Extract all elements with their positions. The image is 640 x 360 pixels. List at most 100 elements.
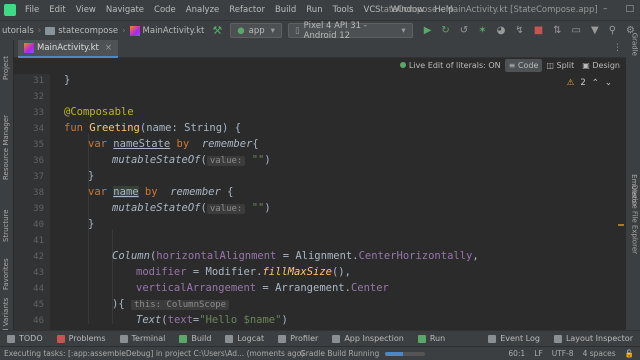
toolwindow-run[interactable]: Run — [411, 334, 452, 343]
line-number: 40 — [33, 220, 44, 230]
menu-view[interactable]: View — [71, 5, 101, 15]
background-task[interactable]: Gradle Build Running — [300, 349, 426, 358]
toolwindow-todo[interactable]: TODO — [0, 334, 50, 343]
apply-code-changes-icon[interactable]: ↺ — [460, 25, 468, 36]
avd-manager-icon[interactable]: ▭ — [572, 25, 581, 36]
breadcrumb-item[interactable]: MainActivity.kt — [143, 26, 205, 36]
code-line-39: mutableStateOf(value: "") — [112, 202, 271, 214]
side-tab-favorites[interactable]: Favorites — [2, 258, 10, 290]
status-bar: Executing tasks: [:app:assembleDebug] in… — [0, 346, 640, 360]
navigation-bar: utorials › statecompose › MainActivity.k… — [0, 20, 640, 41]
debug-icon[interactable]: ✶ — [478, 25, 486, 36]
maximize-icon[interactable]: □ — [625, 4, 634, 14]
chevron-down-icon: ⌄ — [604, 78, 612, 88]
layout-inspector-icon — [553, 334, 562, 343]
code-token: remember — [170, 186, 221, 198]
stop-icon[interactable]: ■ — [534, 25, 543, 36]
code-editor[interactable]: ⚠ 2 ⌃ ⌄ } @Composable fun Greeting(name:… — [50, 74, 626, 330]
breadcrumb: utorials › statecompose › MainActivity.k… — [2, 25, 205, 36]
menu-run[interactable]: Run — [301, 5, 327, 15]
breadcrumb-item[interactable]: utorials — [2, 26, 34, 36]
caret-position[interactable]: 60:1 — [508, 349, 525, 358]
live-edit-label: Live Edit of literals: ON — [408, 61, 501, 70]
chevron-down-icon: ▾ — [401, 25, 406, 36]
toolwindow-event-log[interactable]: Event Log — [481, 334, 547, 343]
apply-changes-icon[interactable]: ↻ — [441, 25, 449, 36]
live-edit-icon — [399, 62, 406, 68]
code-token: Greeting — [89, 122, 140, 134]
warning-icon: ⚠ — [566, 78, 575, 88]
line-ending[interactable]: LF — [534, 349, 543, 358]
menu-refactor[interactable]: Refactor — [224, 5, 270, 15]
left-tool-strip: Project Resource Manager Structure Favor… — [0, 40, 14, 346]
more-icon[interactable]: ⋮ — [613, 43, 622, 53]
tool-window-bar-right: Event Log Layout Inspector — [481, 334, 640, 343]
file-encoding[interactable]: UTF-8 — [552, 349, 574, 358]
menu-edit[interactable]: Edit — [44, 5, 70, 15]
device-dropdown[interactable]: ▯ Pixel 4 API 31 - Android 12 ▾ — [287, 21, 413, 41]
hammer-icon[interactable]: ⚒ — [212, 24, 222, 37]
code-token: { — [252, 138, 259, 150]
side-tab-project[interactable]: Project — [2, 56, 10, 80]
code-token: (name: String) { — [139, 122, 242, 134]
breadcrumb-item[interactable]: statecompose — [58, 26, 118, 36]
side-tab-device-file-explorer[interactable]: Device File Explorer — [630, 185, 638, 254]
toolwindow-terminal[interactable]: Terminal — [113, 334, 173, 343]
toolwindow-layout-inspector[interactable]: Layout Inspector — [547, 334, 640, 343]
code-token: "" — [251, 154, 265, 166]
code-token: modifier — [136, 266, 187, 278]
toolwindow-label: Run — [429, 334, 446, 343]
status-message[interactable]: Executing tasks: [:app:assembleDebug] in… — [4, 349, 304, 358]
run-config-dropdown[interactable]: ● app ▾ — [230, 23, 282, 38]
side-tab-resource-manager[interactable]: Resource Manager — [2, 115, 10, 180]
toolwindow-label: App Inspection — [344, 334, 404, 343]
indent-setting[interactable]: 4 spaces — [583, 349, 616, 358]
line-number: 42 — [33, 252, 44, 262]
code-token: = Modifier. — [186, 266, 263, 278]
code-token: horizontalAlignment — [156, 250, 277, 262]
attach-debugger-icon[interactable]: ↯ — [515, 25, 523, 36]
right-tool-strip: Gradle Emulator Device File Explorer — [626, 33, 640, 346]
minimize-icon[interactable]: – — [603, 4, 608, 14]
menu-tools[interactable]: Tools — [328, 5, 359, 15]
code-token: name — [113, 186, 139, 198]
code-mode-button[interactable]: ≡ Code — [504, 59, 543, 72]
toolwindow-app-inspection[interactable]: App Inspection — [325, 334, 411, 343]
close-icon[interactable]: × — [105, 43, 112, 53]
menu-file[interactable]: File — [20, 5, 44, 15]
design-mode-button[interactable]: ▣ Design — [578, 59, 624, 72]
inspection-widget[interactable]: ⚠ 2 ⌃ ⌄ — [567, 78, 612, 88]
live-edit-toggle[interactable]: Live Edit of literals: ON — [396, 59, 505, 72]
code-line-45: ){ this: ColumnScope — [112, 298, 230, 310]
split-mode-button[interactable]: ◫ Split — [542, 59, 578, 72]
side-tab-structure[interactable]: Structure — [2, 209, 10, 242]
run-icon[interactable]: ▶ — [424, 25, 432, 36]
toolwindow-problems[interactable]: Problems — [50, 334, 113, 343]
search-icon[interactable]: ⚲ — [609, 25, 616, 36]
error-stripe-marker[interactable] — [618, 224, 624, 226]
toolwindow-logcat[interactable]: Logcat — [218, 334, 271, 343]
menu-build[interactable]: Build — [270, 5, 301, 15]
toolwindow-label: Build — [191, 334, 212, 343]
menu-analyze[interactable]: Analyze — [181, 5, 225, 15]
toolwindow-build[interactable]: Build — [172, 334, 218, 343]
sdk-manager-icon[interactable]: ▼ — [591, 25, 599, 36]
menu-navigate[interactable]: Navigate — [101, 5, 149, 15]
design-label: Design — [592, 61, 620, 70]
toolwindow-profiler[interactable]: Profiler — [271, 334, 325, 343]
code-token: (), — [331, 266, 351, 278]
run-config-label: app — [248, 25, 265, 36]
profile-icon[interactable]: ◕ — [497, 25, 506, 36]
profiler-icon — [278, 334, 287, 343]
task-progress-fill — [385, 351, 404, 356]
task-progress-bar — [385, 351, 426, 356]
lock-icon[interactable]: 🔓 — [625, 349, 634, 358]
tab-main-activity[interactable]: MainActivity.kt × — [18, 40, 118, 58]
code-line-38: var name by remember { — [88, 186, 233, 198]
code-token: Center — [350, 282, 389, 294]
line-number: 44 — [33, 284, 44, 294]
sync-icon[interactable]: ⇅ — [553, 25, 561, 36]
menu-code[interactable]: Code — [149, 5, 181, 15]
side-tab-gradle[interactable]: Gradle — [630, 33, 638, 56]
split-label: Split — [556, 61, 575, 70]
